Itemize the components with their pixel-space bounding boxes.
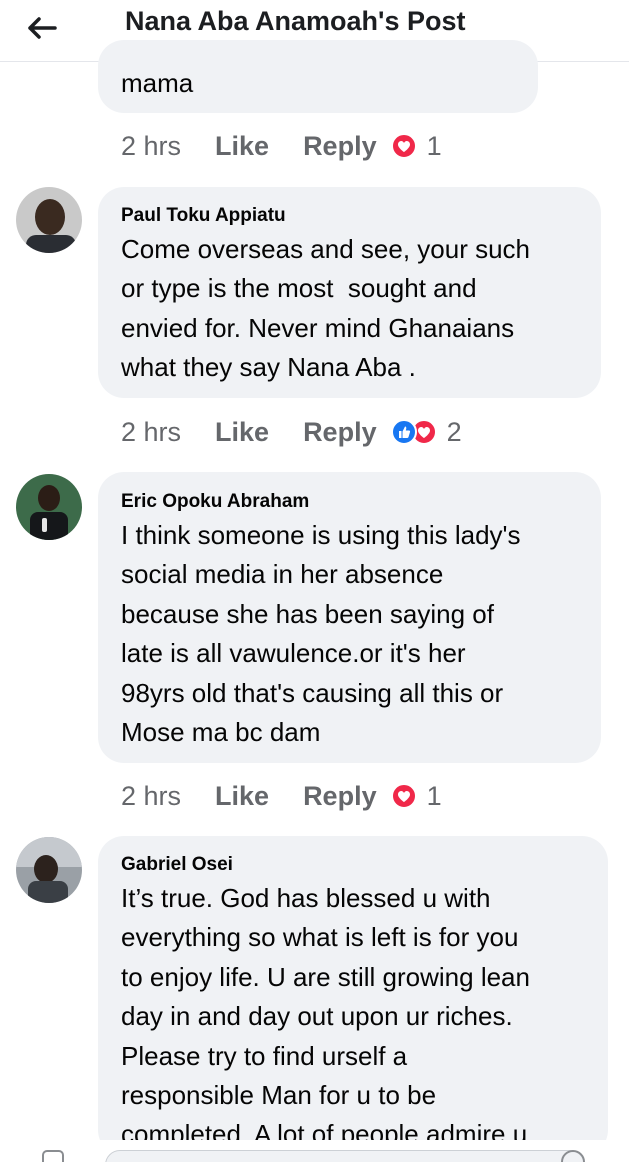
heart-icon (390, 133, 417, 159)
reaction-summary[interactable]: 2 (390, 416, 462, 448)
comment-timestamp: 2 hrs (121, 416, 182, 447)
comment-author[interactable]: Gabriel Osei (121, 852, 233, 878)
heart-icon (390, 783, 417, 809)
comment-bubble[interactable]: mama (98, 40, 538, 113)
comment-text: It’s true. God has blessed u with everyt… (121, 883, 530, 1150)
avatar[interactable] (16, 474, 82, 540)
reply-button[interactable]: Reply (303, 781, 377, 812)
comment-text: mama (121, 68, 194, 98)
comment-bubble[interactable]: Gabriel Osei It’s true. God has blessed … (98, 836, 608, 1156)
comment-bubble[interactable]: Paul Toku Appiatu Come overseas and see,… (98, 187, 601, 398)
like-button[interactable]: Like (215, 417, 269, 448)
reaction-count: 1 (426, 130, 442, 161)
camera-icon[interactable] (42, 1150, 64, 1162)
comment-author[interactable]: Paul Toku Appiatu (121, 203, 286, 229)
comment-text: Come overseas and see, your such or type… (121, 234, 530, 383)
comment-author[interactable]: Eric Opoku Abraham (121, 489, 309, 515)
avatar[interactable] (16, 837, 82, 903)
arrow-left-icon (28, 17, 57, 39)
reaction-summary[interactable]: 1 (390, 780, 442, 812)
reaction-count: 1 (426, 780, 442, 811)
emoji-icon[interactable] (561, 1150, 585, 1162)
page-title: Nana Aba Anamoah's Post (125, 6, 466, 36)
reply-button[interactable]: Reply (303, 417, 377, 448)
comment-actions: 2 hrs Like Reply 2 (121, 415, 462, 449)
comment-actions: 2 hrs Like Reply 1 (121, 129, 442, 163)
reply-button[interactable]: Reply (303, 131, 377, 162)
thumbs-up-icon (390, 419, 417, 445)
comment-actions: 2 hrs Like Reply 1 (121, 779, 442, 813)
comment-bubble[interactable]: Eric Opoku Abraham I think someone is us… (98, 472, 601, 763)
like-button[interactable]: Like (215, 781, 269, 812)
back-button[interactable] (22, 8, 62, 48)
reaction-count: 2 (446, 416, 462, 447)
comment-text: I think someone is using this lady's soc… (121, 520, 521, 748)
comment-timestamp: 2 hrs (121, 780, 182, 811)
comment-input[interactable] (105, 1150, 585, 1162)
avatar[interactable] (16, 187, 82, 253)
comment-timestamp: 2 hrs (121, 130, 182, 161)
like-button[interactable]: Like (215, 131, 269, 162)
comment-composer-bar (0, 1140, 629, 1162)
reaction-summary[interactable]: 1 (390, 130, 442, 162)
